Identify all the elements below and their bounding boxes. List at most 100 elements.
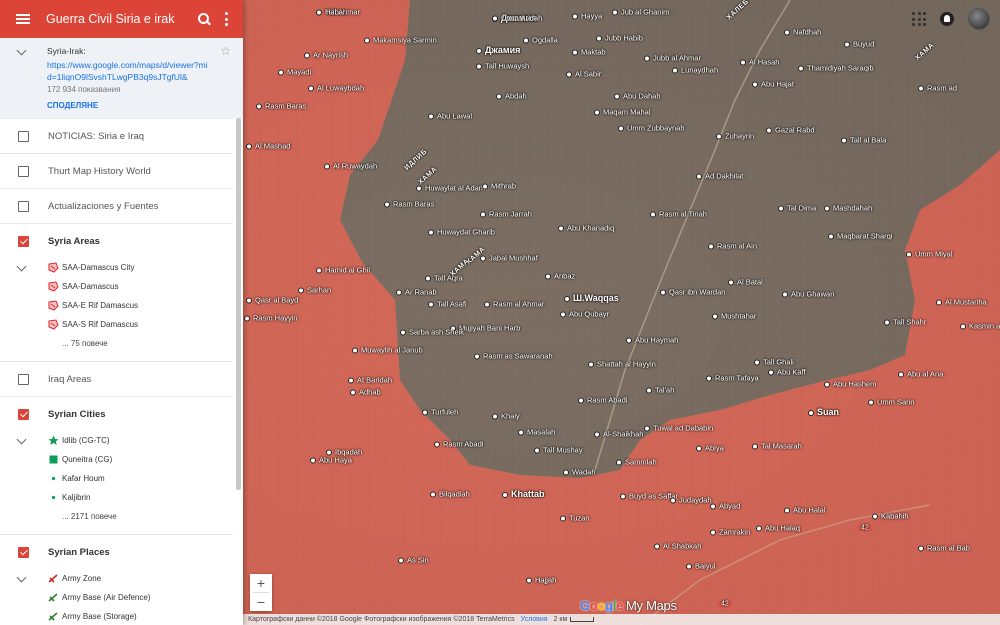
collapse-info-chevron-icon[interactable]	[16, 45, 27, 56]
layer-item[interactable]: SAA-Damascus	[0, 277, 243, 296]
place-label[interactable]: Rasm Tafaya	[706, 374, 759, 383]
layer-item[interactable]: Army Zone	[0, 569, 243, 588]
place-label[interactable]: Judaydah	[670, 496, 712, 505]
place-label[interactable]: Abiya	[696, 444, 724, 453]
place-label[interactable]: Al-Shaikhah	[594, 430, 643, 439]
place-label[interactable]: Maqbarat Sharqi	[828, 232, 892, 241]
sidebar-scrollbar[interactable]	[236, 118, 241, 490]
layer-row[interactable]: Actualizaciones y Fuentes	[0, 188, 233, 223]
place-label[interactable]: Rasm Baras	[256, 102, 306, 111]
place-label[interactable]: Khattab	[502, 489, 545, 499]
place-label[interactable]: Abu Qubayr	[560, 310, 609, 319]
place-label[interactable]: Gazal Rabd	[766, 126, 815, 135]
layer-row[interactable]: NOTICIAS: Siria e Iraq	[0, 118, 233, 153]
place-label[interactable]: Kasmin ash Shaikh	[960, 322, 1000, 331]
place-label[interactable]: Abu Khanadiq	[558, 224, 614, 233]
place-label[interactable]: Abu Haymah	[626, 336, 678, 345]
place-label[interactable]: Tal'ah	[646, 386, 674, 395]
layer-name[interactable]: Syrian Cities	[48, 409, 106, 420]
place-label[interactable]: Ar Ranab	[396, 288, 437, 297]
place-label[interactable]: Rasm Jarrah	[480, 210, 532, 219]
place-label[interactable]: Rasm Abadi	[578, 396, 627, 405]
place-label[interactable]: Rasm Baras	[384, 200, 434, 209]
more-items-link[interactable]: ... 75 повече	[0, 334, 243, 353]
layer-item[interactable]: Kaljibrin	[0, 488, 243, 507]
place-label[interactable]: Nafdhah	[784, 28, 821, 37]
place-label[interactable]: Al Sabir	[566, 70, 601, 79]
place-label[interactable]: Rasm as Sawaranah	[474, 352, 553, 361]
place-label[interactable]: Ш.Waqqas	[564, 293, 619, 303]
layer-row[interactable]: Thurt Map History World	[0, 153, 233, 188]
place-label[interactable]: Umm Sarin	[868, 398, 915, 407]
layer-checkbox[interactable]	[18, 130, 29, 142]
place-label[interactable]: Ibqadah	[326, 448, 362, 457]
place-label[interactable]: Baiyul	[686, 562, 715, 571]
layer-item[interactable]: SAA-E Rif Damascus	[0, 296, 243, 315]
place-label[interactable]: Zuhayrin	[716, 132, 754, 141]
account-avatar[interactable]	[968, 8, 990, 30]
place-label[interactable]: Masalah	[518, 428, 555, 437]
layer-name[interactable]: Actualizaciones y Fuentes	[48, 201, 158, 212]
layer-row[interactable]: Syrian Places	[0, 534, 233, 569]
layer-checkbox[interactable]	[18, 165, 29, 177]
layer-row[interactable]: Iraq Areas	[0, 361, 233, 396]
place-label[interactable]: Hayya	[572, 12, 602, 21]
place-label[interactable]: Lunaydhah	[672, 66, 718, 75]
place-label[interactable]: Tall Mushay	[534, 446, 583, 455]
place-label[interactable]: Umm Aridah	[492, 14, 542, 23]
layer-name[interactable]: Syrian Places	[48, 547, 110, 558]
place-label[interactable]: As Sin	[398, 556, 429, 565]
place-label[interactable]: Adhab	[350, 388, 381, 397]
scale-indicator[interactable]: 2 км	[554, 616, 595, 623]
place-label[interactable]: Abu Halal	[784, 506, 826, 515]
apps-grid-icon[interactable]	[912, 12, 926, 26]
place-label[interactable]: Al Luwaybdah	[308, 84, 364, 93]
layer-name[interactable]: Syria Areas	[48, 236, 100, 247]
place-label[interactable]: Mashdahah	[824, 204, 872, 213]
place-label[interactable]: Rasm al Tinah	[650, 210, 707, 219]
place-label[interactable]: Mushtahar	[712, 312, 756, 321]
place-label[interactable]: Tall Shahr	[884, 318, 926, 327]
place-label[interactable]: Ogdalla	[523, 36, 558, 45]
place-label[interactable]: Buyud	[844, 40, 874, 49]
place-label[interactable]: Shattah al Hayyin	[588, 360, 656, 369]
place-label[interactable]: Rasm al Bab	[918, 544, 970, 553]
layer-item[interactable]: Army Base (Storage)	[0, 607, 243, 625]
more-vert-icon[interactable]	[225, 12, 229, 26]
map-source-url[interactable]: https://www.google.com/maps/d/viewer?mid…	[47, 59, 212, 83]
place-label[interactable]: Abu Kaff	[768, 368, 806, 377]
layer-checkbox[interactable]	[18, 546, 29, 558]
search-icon[interactable]	[197, 12, 211, 26]
terms-link[interactable]: Условия	[521, 616, 548, 623]
place-label[interactable]: Jub al Ghanim	[612, 8, 669, 17]
layer-item[interactable]: Quneitra (CG)	[0, 450, 243, 469]
place-label[interactable]: Ad Dakhilat	[696, 172, 743, 181]
place-label[interactable]: At Baridah	[348, 376, 392, 385]
share-button[interactable]: СПОДЕЛЯНЕ	[47, 101, 233, 110]
place-label[interactable]: Al Shabkah	[654, 542, 701, 551]
place-label[interactable]: Sarhan	[298, 286, 331, 295]
place-label[interactable]: Ar Nayrish	[304, 51, 348, 60]
layer-row[interactable]: Syria Areas	[0, 223, 233, 258]
place-label[interactable]: Abu Halaq	[756, 524, 800, 533]
place-label[interactable]: Tall Huwaysh	[476, 62, 529, 71]
place-label[interactable]: Abu Dahah	[614, 92, 661, 101]
star-icon[interactable]: ☆	[220, 44, 231, 58]
place-label[interactable]: Джамия	[476, 45, 520, 55]
place-label[interactable]: Abyad	[710, 502, 740, 511]
place-label[interactable]: Abdah	[496, 92, 527, 101]
place-label[interactable]: Mithrab	[482, 182, 516, 191]
place-label[interactable]: Abu Ghawan	[782, 290, 834, 299]
place-label[interactable]: Kabahih	[872, 512, 909, 521]
layer-item[interactable]: SAA-Damascus City	[0, 258, 243, 277]
place-label[interactable]: Rasm al Ahmar	[484, 300, 544, 309]
layer-item[interactable]: SAA-S Rif Damascus	[0, 315, 243, 334]
place-label[interactable]: Makamsiya Sarmin	[364, 36, 437, 45]
place-label[interactable]: Al Ruwaydah	[324, 162, 377, 171]
place-label[interactable]: Sammlah	[616, 458, 657, 467]
place-label[interactable]: Suan	[808, 407, 839, 417]
layer-checkbox[interactable]	[18, 200, 29, 212]
place-label[interactable]: Muwaylih al Janub	[352, 346, 423, 355]
more-items-link[interactable]: ... 2171 повече	[0, 507, 243, 526]
layer-checkbox[interactable]	[18, 373, 29, 385]
